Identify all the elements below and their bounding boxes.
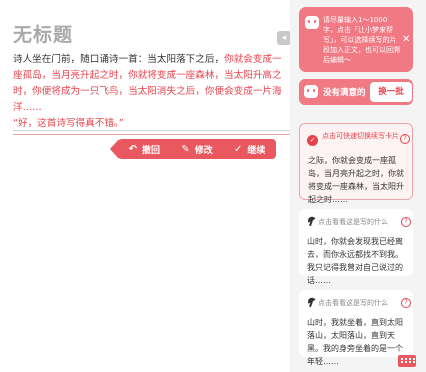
close-icon[interactable]: ✕ [402,34,410,45]
divider-accent [13,134,290,135]
card-hint: 点击可快速切换续写卡片 [322,132,399,140]
tip-text: 请尽量输入1～1000字，点击「让小梦来帮写」，可以选择续写的片段加入正文，也可… [323,16,400,64]
help-icon[interactable]: ? [401,298,411,308]
continue-label: 继续 [247,145,266,156]
card-text: 之际，你就会变成一座孤岛，当月亮升起之时，你就将变成一座森林，当太阳升起之时…… [308,156,404,204]
editor-body-text[interactable]: 诗人坐在门前，随口诵诗一首：当太阳落下之后，你就会变成一座孤岛，当月亮升起之时，… [13,52,283,132]
refresh-label: 没有满意的 [323,88,366,98]
suggestion-panel: 请尽量输入1～1000字，点击「让小梦来帮写」，可以选择续写的片段加入正文，也可… [290,0,426,372]
card-hint: 点击看看这是写的什么 [318,218,388,226]
robot-icon [304,85,318,98]
divider [13,130,290,131]
document-title[interactable]: 无标题 [13,20,73,47]
suggestion-card[interactable]: 点击看看这是写的什么 ? 山时，我就坐着，直到太阳落山，太阳落山，直到天黑。我的… [299,290,413,366]
help-icon[interactable]: ? [400,134,410,144]
pen-icon: ✎ [181,143,190,155]
suggestion-card-selected[interactable]: ✓ 点击可快速切换续写卡片 ? 之际，你就会变成一座孤岛，当月亮升起之时，你就将… [299,123,413,204]
refresh-button[interactable]: 换一批 [370,82,412,102]
collapse-panel-icon[interactable]: ◂ [277,31,291,45]
refresh-bar: 没有满意的 换一批 [299,79,413,105]
body-text-part: 诗人坐在门前，随口诵诗一首：当太阳落下之后， [13,54,225,65]
undo-label: 撤回 [142,145,161,156]
undo-button[interactable]: ↶ 撤回 [118,139,171,159]
card-text: 山时，我就坐着，直到太阳落山，太阳落山，直到天黑。我的身旁坐着的是一个年轻…… [307,318,403,366]
continued-text-part: 当月亮升起之时，你就将变成一座森林，当太阳升高之时，你便将成为一只飞鸟，当太阳消… [13,70,282,113]
action-bar-pointer [110,139,119,159]
edit-label: 修改 [194,145,213,156]
help-icon[interactable]: ? [401,217,411,227]
check-icon: ✓ [307,135,318,146]
hammer-icon [307,217,315,225]
edit-button[interactable]: ✎ 修改 [171,139,224,159]
continuation-action-bar: ↶ 撤回 ✎ 修改 ✓ 继续 [110,139,276,159]
keyboard-icon[interactable] [398,355,416,367]
check-icon: ✓ [233,143,243,155]
robot-icon [305,16,319,29]
card-hint: 点击看看这是写的什么 [318,299,388,307]
hammer-icon [307,298,315,306]
tip-banner: 请尽量输入1～1000字，点击「让小梦来帮写」，可以选择续写的片段加入正文，也可… [299,7,413,72]
continue-button[interactable]: ✓ 继续 [223,139,276,159]
card-text: 山时，你就会发现我已经离去，而你永远都找不到我。我只记得我曾对自己说过的话…… [307,237,403,285]
editor-area[interactable]: 无标题 ◂ 诗人坐在门前，随口诵诗一首：当太阳落下之后，你就会变成一座孤岛，当月… [0,0,291,372]
undo-icon: ↶ [128,143,138,155]
suggestion-card[interactable]: 点击看看这是写的什么 ? 山时，你就会发现我已经离去，而你永远都找不到我。我只记… [299,209,413,285]
